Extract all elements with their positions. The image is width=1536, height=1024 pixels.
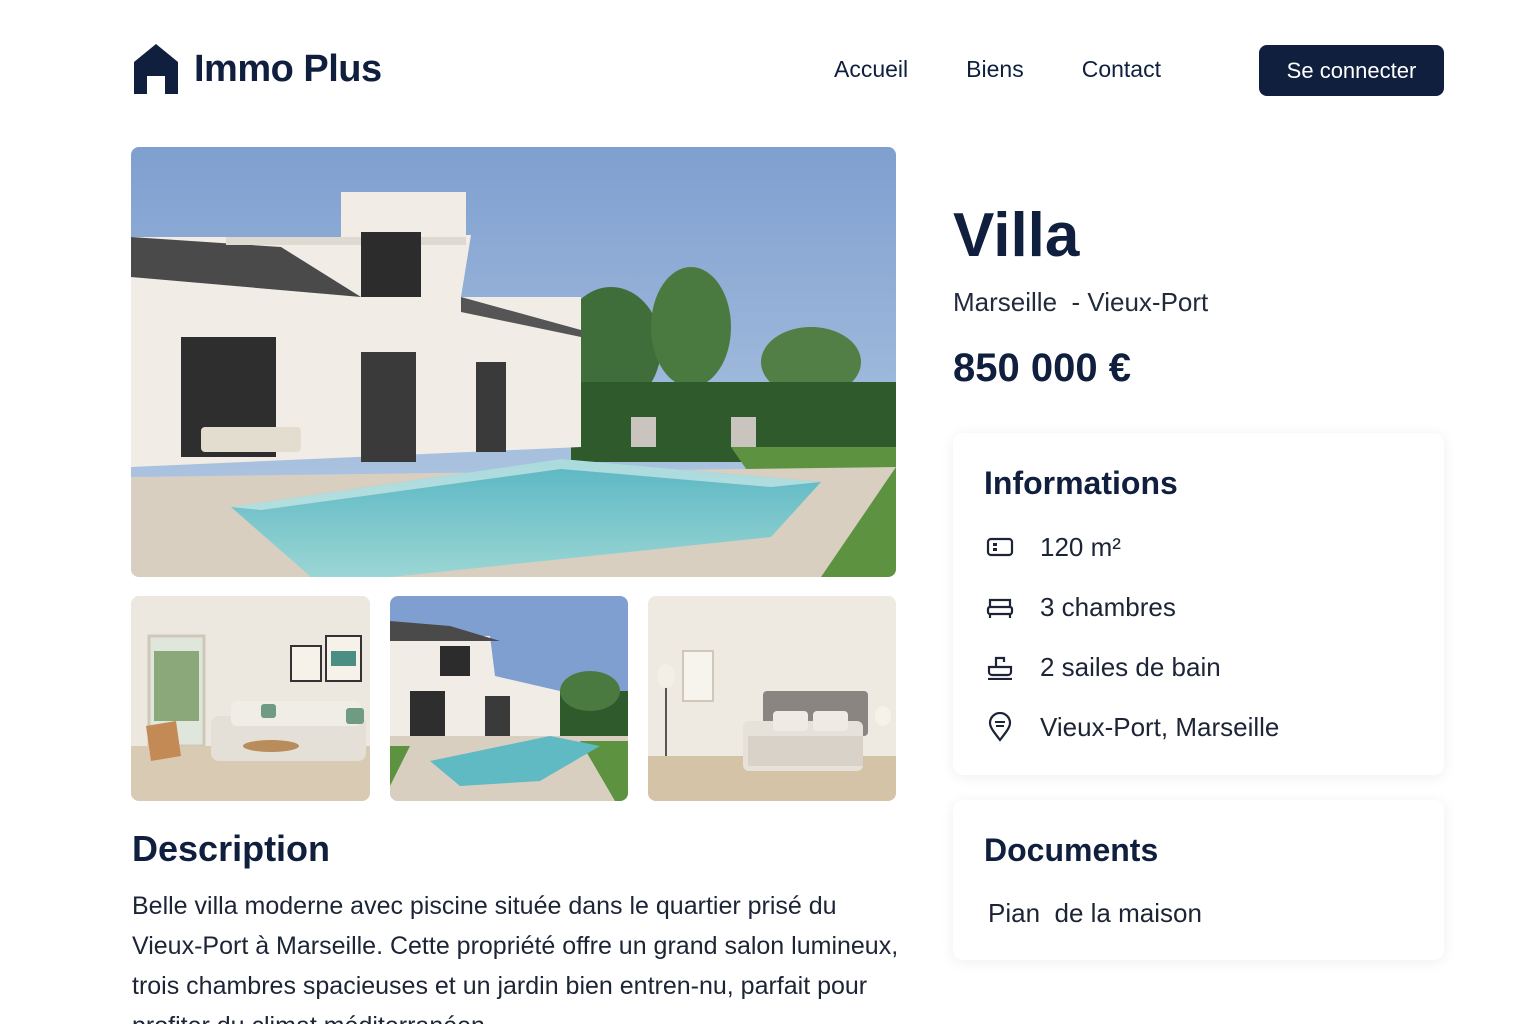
info-area-text: 120 m²: [1040, 531, 1121, 562]
thumbnail-living-room[interactable]: [131, 596, 370, 801]
info-row-area: 120 m²: [984, 531, 1121, 563]
property-title: Villa: [953, 201, 1080, 270]
villa-with-pool-photo: [131, 147, 896, 577]
info-row-bathrooms: 2 sailes de bain: [984, 651, 1221, 683]
document-link-house-plan[interactable]: Pian de la maison: [988, 898, 1202, 929]
bedroom-photo: [648, 596, 896, 801]
login-button[interactable]: Se connecter: [1259, 45, 1444, 96]
main-nav: Accueil Biens Contact: [834, 56, 1161, 83]
info-card-title: Informations: [984, 465, 1178, 501]
area-icon: [984, 531, 1016, 563]
living-room-photo: [131, 596, 370, 801]
nav-link-contact[interactable]: Contact: [1082, 56, 1161, 83]
bed-icon: [984, 591, 1016, 623]
thumbnail-villa-pool[interactable]: [390, 596, 628, 801]
thumbnail-bedroom[interactable]: [648, 596, 896, 801]
main-property-photo[interactable]: [131, 147, 896, 577]
property-price: 850 000 €: [953, 346, 1131, 390]
property-location: Marseille - Vieux-Port: [953, 287, 1209, 317]
info-bedrooms-text: 3 chambres: [1040, 591, 1176, 622]
info-row-address: Vieux-Port, Marseille: [984, 711, 1279, 743]
bath-icon: [984, 651, 1016, 683]
villa-pool-photo: [390, 596, 628, 801]
brand-name: Immo Plus: [194, 47, 382, 90]
documents-card-title: Documents: [984, 832, 1159, 868]
nav-link-accueil[interactable]: Accueil: [834, 56, 908, 83]
site-header: Immo Plus Accueil Biens Contact Se conne…: [0, 0, 1536, 130]
documents-card: Documents Pian de la maison: [953, 800, 1444, 960]
brand-logo[interactable]: Immo Plus: [132, 42, 382, 96]
nav-link-biens[interactable]: Biens: [966, 56, 1024, 83]
description-title: Description: [132, 828, 331, 869]
house-icon: [134, 44, 178, 94]
info-card: Informations 120 m² 3 chambres 2 sailes …: [953, 433, 1444, 775]
info-bathrooms-text: 2 sailes de bain: [1040, 651, 1221, 682]
info-address-text: Vieux-Port, Marseille: [1040, 711, 1280, 742]
description-text: Belle villa moderne avec piscine située …: [132, 892, 899, 1024]
location-pin-icon: [984, 711, 1016, 743]
info-row-bedrooms: 3 chambres: [984, 591, 1176, 623]
